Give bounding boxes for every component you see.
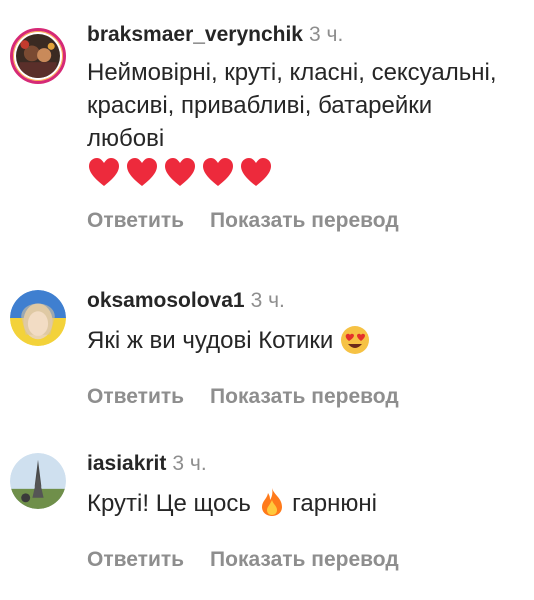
fire-emoji-icon bbox=[261, 487, 282, 516]
comment-text-before: Круті! Це щось bbox=[87, 490, 251, 517]
comment-text: Які ж ви чудові Котики 😍 bbox=[87, 324, 514, 357]
heart-eyes-emoji-icon bbox=[340, 325, 369, 354]
translate-button[interactable]: Показать перевод bbox=[210, 209, 399, 233]
timestamp: 3 ч. bbox=[250, 289, 285, 312]
comment-text: Неймовірні, круті, класні, сексуальні, к… bbox=[87, 56, 507, 191]
reply-button[interactable]: Ответить bbox=[87, 548, 184, 572]
comment-actions: Ответить Показать перевод bbox=[87, 385, 514, 409]
avatar[interactable] bbox=[10, 28, 66, 84]
translate-button[interactable]: Показать перевод bbox=[210, 548, 399, 572]
comment-text-after: гарнюні bbox=[292, 490, 377, 517]
avatar[interactable] bbox=[10, 453, 66, 509]
translate-button[interactable]: Показать перевод bbox=[210, 385, 399, 409]
avatar-photo-icon bbox=[16, 34, 60, 78]
timestamp: 3 ч. bbox=[308, 23, 344, 46]
comment-text-body: Які ж ви чудові Котики bbox=[87, 327, 334, 354]
comment-meta: oksamosolova1 3 ч. bbox=[87, 288, 514, 314]
avatar-photo-icon bbox=[10, 290, 66, 346]
avatar[interactable] bbox=[10, 290, 66, 346]
username[interactable]: iasiakrit bbox=[87, 452, 166, 475]
reply-button[interactable]: Ответить bbox=[87, 209, 184, 233]
avatar-photo-icon bbox=[10, 453, 66, 509]
username[interactable]: oksamosolova1 bbox=[87, 289, 245, 312]
comment-meta: iasiakrit 3 ч. bbox=[87, 451, 514, 477]
comment-meta: braksmaer_verynchik 3 ч. bbox=[87, 22, 514, 48]
heart-icons bbox=[89, 158, 271, 186]
comment-actions: Ответить Показать перевод bbox=[87, 209, 514, 233]
reply-button[interactable]: Ответить bbox=[87, 385, 184, 409]
comment-text-body: Неймовірні, круті, класні, сексуальні, к… bbox=[87, 59, 497, 152]
comment-actions: Ответить Показать перевод bbox=[87, 548, 514, 572]
username[interactable]: braksmaer_verynchik bbox=[87, 23, 303, 46]
timestamp: 3 ч. bbox=[172, 452, 207, 475]
comment-text: Круті! Це щось 🔥 гарнюні bbox=[87, 487, 514, 520]
heart-emoji-row: ❤️❤️❤️❤️❤️ bbox=[87, 157, 507, 191]
